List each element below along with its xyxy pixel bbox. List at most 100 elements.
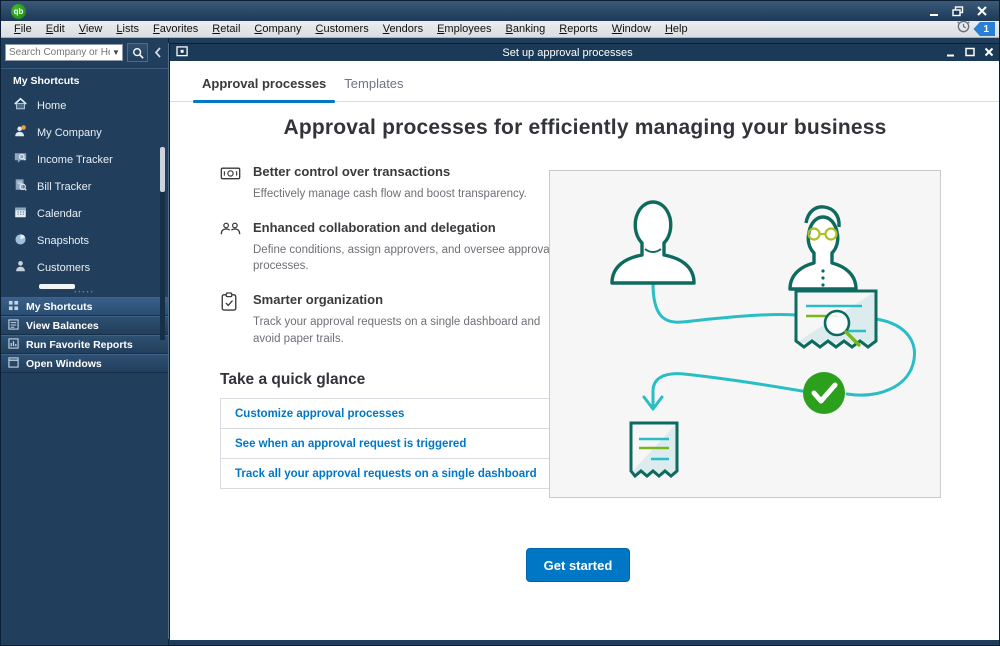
feature-title: Enhanced collaboration and delegation: [253, 219, 496, 235]
receipt-review-icon: [794, 289, 878, 349]
get-started-button[interactable]: Get started: [526, 548, 630, 582]
menu-employees[interactable]: Employees: [430, 22, 498, 36]
sidebar-item-my-company[interactable]: My Company: [1, 119, 168, 146]
menu-lists[interactable]: Lists: [109, 22, 146, 36]
app-close-button[interactable]: [975, 5, 989, 17]
sidebar-item-label: Bill Tracker: [37, 180, 92, 193]
menu-reports[interactable]: Reports: [552, 22, 605, 36]
tab-approval-processes[interactable]: Approval processes: [193, 76, 336, 103]
dialog-content: Approval processes Templates Approval pr…: [170, 61, 999, 640]
menu-company[interactable]: Company: [247, 22, 308, 36]
windows-panel-icon: [8, 356, 19, 371]
panel-open-windows[interactable]: Open Windows: [1, 354, 168, 373]
final-receipt-icon: [629, 421, 679, 479]
cash-icon: [220, 164, 241, 187]
my-company-icon: [13, 124, 28, 141]
reports-panel-icon: [8, 337, 19, 352]
tab-templates[interactable]: Templates: [335, 76, 412, 101]
sidebar-item-partial: [39, 284, 75, 289]
bill-tracker-icon: [13, 178, 28, 195]
panel-label: My Shortcuts: [26, 300, 93, 313]
panel-view-balances[interactable]: View Balances: [1, 316, 168, 335]
search-button[interactable]: [126, 43, 149, 62]
menu-banking[interactable]: Banking: [499, 22, 553, 36]
menu-window[interactable]: Window: [605, 22, 658, 36]
sidebar-collapse-icon[interactable]: [151, 43, 165, 62]
tab-bar: Approval processes Templates: [170, 61, 999, 103]
reminders-clock-icon[interactable]: [956, 19, 971, 39]
customers-icon: [13, 259, 28, 276]
app-restore-button[interactable]: [951, 5, 965, 17]
sidebar-item-home[interactable]: Home: [1, 92, 168, 119]
balances-panel-icon: [8, 318, 19, 333]
link-label: See when an approval request is triggere…: [235, 437, 467, 450]
approved-check-icon: [803, 372, 845, 414]
features-column: Better control over transactions Effecti…: [220, 164, 558, 490]
glance-link-dashboard[interactable]: Track all your approval requests on a si…: [221, 459, 550, 490]
menu-retail[interactable]: Retail: [205, 22, 247, 36]
snapshots-icon: [13, 232, 28, 249]
sidebar-item-label: Income Tracker: [37, 153, 113, 166]
sidebar-item-bill-tracker[interactable]: Bill Tracker: [1, 173, 168, 200]
app-minimize-button[interactable]: [927, 5, 941, 17]
sidebar-item-label: My Company: [37, 126, 102, 139]
dialog-title: Set up approval processes: [502, 46, 633, 59]
menu-vendors[interactable]: Vendors: [376, 22, 430, 36]
feature-description: Define conditions, assign approvers, and…: [253, 243, 553, 273]
feature-better-control: Better control over transactions Effecti…: [220, 164, 558, 203]
sidebar-item-income-tracker[interactable]: Income Tracker: [1, 146, 168, 173]
link-label: Customize approval processes: [235, 407, 405, 420]
menu-view[interactable]: View: [72, 22, 110, 36]
menu-edit[interactable]: Edit: [39, 22, 72, 36]
glance-link-triggered[interactable]: See when an approval request is triggere…: [221, 429, 550, 460]
dialog-window-icon: [176, 44, 189, 62]
sidebar-item-label: Home: [37, 99, 67, 112]
glance-list: Customize approval processes See when an…: [220, 398, 551, 490]
search-input[interactable]: [5, 44, 123, 61]
sidebar-item-label: Snapshots: [37, 234, 89, 247]
sidebar-item-calendar[interactable]: Calendar: [1, 200, 168, 227]
feature-description: Effectively manage cash flow and boost t…: [253, 188, 527, 200]
menu-customers[interactable]: Customers: [309, 22, 376, 36]
sidebar-scrollbar-thumb[interactable]: [160, 147, 165, 192]
quickbooks-app-window: qb File Edit View Lists Favorites Retail…: [0, 0, 1000, 646]
app-titlebar: qb: [1, 1, 999, 21]
reminders-count-badge[interactable]: 1: [973, 22, 995, 36]
feature-title: Smarter organization: [253, 292, 384, 308]
people-icon: [220, 220, 241, 243]
feature-collaboration: Enhanced collaboration and delegation De…: [220, 220, 558, 275]
panel-resize-handle[interactable]: •••••: [1, 289, 168, 297]
left-sidebar: ▼ My Shortcuts Home My Company Income Tr…: [1, 38, 169, 645]
panel-label: Open Windows: [26, 357, 102, 370]
home-icon: [13, 97, 28, 114]
calendar-icon: [13, 205, 28, 222]
dialog-minimize-button[interactable]: [946, 44, 956, 62]
dialog-maximize-button[interactable]: [965, 44, 975, 62]
requester-person-icon: [610, 200, 696, 285]
menu-help[interactable]: Help: [658, 22, 695, 36]
link-label: Track all your approval requests on a si…: [235, 467, 537, 480]
dialog-close-button[interactable]: [984, 44, 994, 62]
sidebar-shortcuts-header: My Shortcuts: [1, 68, 168, 92]
feature-organization: Smarter organization Track your approval…: [220, 292, 558, 347]
sidebar-item-snapshots[interactable]: Snapshots: [1, 227, 168, 254]
page-title: Approval processes for efficiently manag…: [283, 116, 887, 139]
panel-run-favorite-reports[interactable]: Run Favorite Reports: [1, 335, 168, 354]
sidebar-item-label: Customers: [37, 261, 91, 274]
glance-heading: Take a quick glance: [220, 371, 366, 389]
approval-flow-illustration: [549, 170, 941, 498]
income-tracker-icon: [13, 151, 28, 168]
sidebar-item-label: Calendar: [37, 207, 82, 220]
menu-favorites[interactable]: Favorites: [146, 22, 205, 36]
sidebar-item-customers[interactable]: Customers: [1, 254, 168, 281]
dialog-titlebar: Set up approval processes: [170, 44, 999, 62]
clipboard-icon: [220, 292, 238, 317]
shortcuts-panel-icon: [8, 300, 19, 314]
menu-file[interactable]: File: [7, 22, 39, 36]
glance-link-customize[interactable]: Customize approval processes: [221, 399, 550, 430]
quickbooks-logo-icon: qb: [11, 3, 26, 19]
panel-my-shortcuts[interactable]: My Shortcuts: [1, 297, 168, 316]
approver-person-icon: [788, 205, 858, 291]
feature-description: Track your approval requests on a single…: [253, 316, 541, 345]
sidebar-scrollbar[interactable]: [160, 147, 165, 340]
